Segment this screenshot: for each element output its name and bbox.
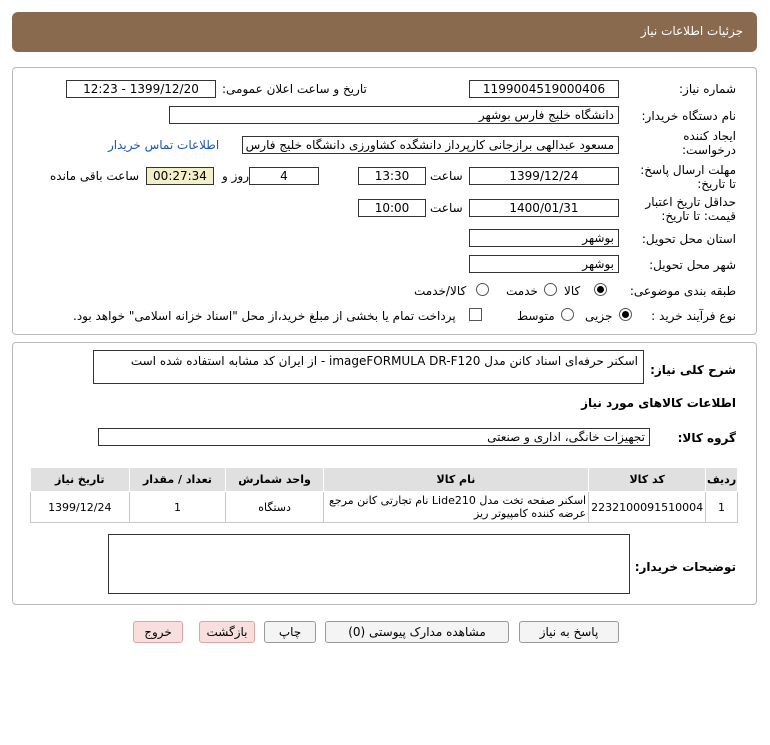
- goods-table: ردیف کد کالا نام کالا واحد شمارش تعداد /…: [30, 467, 738, 523]
- purchase-medium-label: متوسط: [517, 309, 555, 323]
- city-label: شهر محل تحویل:: [649, 258, 736, 272]
- goods-group-field: تجهیزات خانگی، اداری و صنعتی: [98, 428, 650, 446]
- need-number-label: شماره نیاز:: [679, 82, 736, 96]
- print-button[interactable]: چاپ: [264, 621, 316, 643]
- remaining-label: ساعت باقی مانده: [50, 169, 140, 183]
- purchase-minor-label: جزیی: [585, 309, 613, 323]
- category-radio-goods-service[interactable]: [476, 283, 489, 296]
- announce-field: 1399/12/20 - 12:23: [66, 80, 216, 98]
- col-unit: واحد شمارش: [225, 467, 324, 492]
- cell-row: 1: [705, 491, 738, 523]
- need-number-field: 1199004519000406: [469, 80, 619, 98]
- summary-text: اسکنر حرفه‌ای اسناد کانن مدل imageFORMUL…: [130, 354, 638, 368]
- validity-date-field: 1400/01/31: [469, 199, 619, 217]
- cell-date: 1399/12/24: [30, 491, 130, 523]
- days-label: روز و: [222, 169, 249, 183]
- category-radio-service[interactable]: [544, 283, 557, 296]
- back-button[interactable]: بازگشت: [199, 621, 255, 643]
- purchase-radio-minor[interactable]: [619, 308, 632, 321]
- category-radio-goods[interactable]: [594, 283, 607, 296]
- purchase-radio-medium[interactable]: [561, 308, 574, 321]
- col-row: ردیف: [705, 467, 738, 492]
- contact-buyer-link[interactable]: اطلاعات تماس خریدار: [108, 138, 219, 152]
- col-date: تاریخ نیاز: [30, 467, 130, 492]
- deadline-label-2: تا تاریخ:: [697, 177, 736, 191]
- view-docs-button[interactable]: مشاهده مدارک پیوستی (0): [325, 621, 509, 643]
- remaining-time-field: 00:27:34: [146, 167, 214, 185]
- cell-code: 2232100091510004: [588, 491, 707, 523]
- col-name: نام کالا: [322, 467, 590, 492]
- category-label: طبقه بندی موضوعی:: [629, 284, 736, 298]
- deadline-time-field: 13:30: [358, 167, 426, 185]
- buyer-notes-label: توضیحات خریدار:: [634, 560, 736, 574]
- deadline-time-label: ساعت: [430, 169, 463, 183]
- province-field: بوشهر: [469, 229, 619, 247]
- creator-label-1: ایجاد کننده: [683, 129, 736, 143]
- category-goods-label: کالا: [564, 284, 581, 298]
- creator-field: مسعود عبدالهی برازجانی کارپرداز دانشگده …: [242, 136, 619, 154]
- page-header: جزئیات اطلاعات نیاز: [12, 12, 757, 52]
- exit-button[interactable]: خروج: [133, 621, 183, 643]
- page-title: جزئیات اطلاعات نیاز: [640, 24, 743, 38]
- announce-label: تاریخ و ساعت اعلان عمومی:: [222, 82, 367, 96]
- table-row: 1 2232100091510004 اسکنر صفحه تخت مدل Li…: [30, 491, 738, 523]
- category-service-label: خدمت: [506, 284, 538, 298]
- validity-label-1: حداقل تاریخ اعتبار: [645, 195, 736, 209]
- buyer-notes-box: [108, 534, 630, 594]
- days-field: 4: [249, 167, 319, 185]
- reply-button[interactable]: پاسخ به نیاز: [519, 621, 619, 643]
- goods-group-label: گروه کالا:: [677, 431, 736, 445]
- category-goods-service-label: کالا/خدمت: [414, 284, 467, 298]
- city-field: بوشهر: [469, 255, 619, 273]
- cell-name: اسکنر صفحه تخت مدل Lide210 نام تجارتی کا…: [322, 491, 590, 523]
- creator-label-2: درخواست:: [682, 143, 736, 157]
- validity-label-2: قیمت: تا تاریخ:: [661, 209, 736, 223]
- col-qty: تعداد / مقدار: [128, 467, 227, 492]
- buyer-org-label: نام دستگاه خریدار:: [641, 109, 737, 123]
- col-code: کد کالا: [588, 467, 707, 492]
- goods-table-header: ردیف کد کالا نام کالا واحد شمارش تعداد /…: [30, 467, 738, 492]
- goods-section-title: اطلاعات کالاهای مورد نیاز: [581, 396, 736, 410]
- deadline-label-1: مهلت ارسال پاسخ:: [640, 163, 736, 177]
- buyer-org-field: دانشگاه خلیج فارس بوشهر: [169, 106, 619, 124]
- purchase-type-label: نوع فرآیند خرید :: [651, 309, 736, 323]
- validity-time-label: ساعت: [430, 201, 463, 215]
- summary-label: شرح کلی نیاز:: [650, 363, 736, 377]
- cell-qty: 1: [128, 491, 227, 523]
- treasury-note: پرداخت تمام یا بخشی از مبلغ خرید،از محل …: [73, 309, 456, 323]
- cell-unit: دستگاه: [225, 491, 324, 523]
- treasury-checkbox[interactable]: [469, 308, 482, 321]
- validity-time-field: 10:00: [358, 199, 426, 217]
- province-label: استان محل تحویل:: [641, 232, 736, 246]
- deadline-date-field: 1399/12/24: [469, 167, 619, 185]
